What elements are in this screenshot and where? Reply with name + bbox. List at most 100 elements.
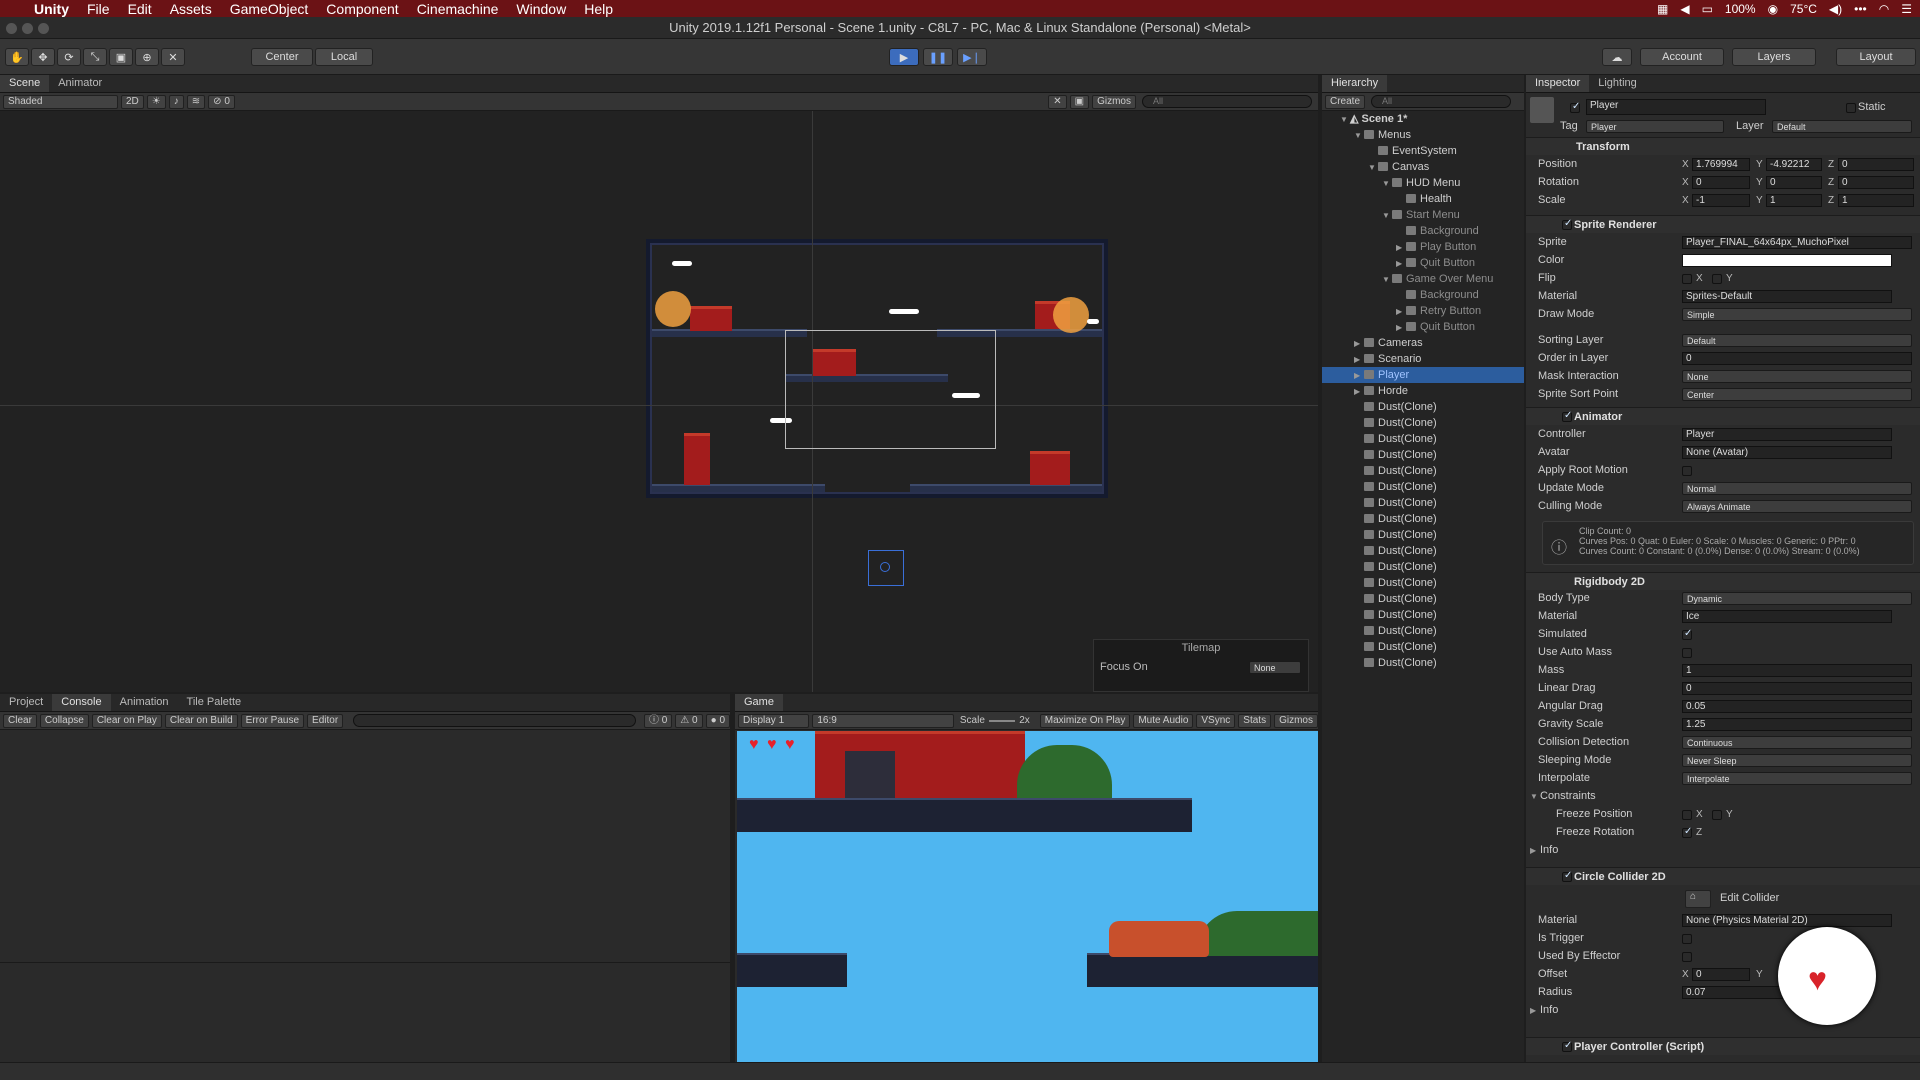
hierarchy-item[interactable]: Dust(Clone) xyxy=(1322,623,1437,639)
expand-arrow-icon[interactable]: ▼ xyxy=(1382,208,1392,224)
log-count-button[interactable]: ⓘ 0 xyxy=(643,713,673,728)
collapse-arrow-icon[interactable]: ▶ xyxy=(1354,336,1364,352)
collapse-arrow-icon[interactable]: ▶ xyxy=(1396,256,1406,272)
static-checkbox[interactable] xyxy=(1846,103,1856,113)
rect-tool-button[interactable]: ▣ xyxy=(109,48,133,66)
expand-arrow-icon[interactable]: ▼ xyxy=(1354,128,1364,144)
hidden-layers-icon[interactable]: ⊘ 0 xyxy=(208,94,235,109)
create-dropdown[interactable]: Create xyxy=(1325,94,1366,109)
cc-material-field[interactable]: None (Physics Material 2D) xyxy=(1682,914,1892,927)
close-window-button[interactable] xyxy=(6,23,17,34)
hierarchy-item[interactable]: Dust(Clone) xyxy=(1322,447,1437,463)
menu-gameobject[interactable]: GameObject xyxy=(230,1,309,17)
hierarchy-item[interactable]: ▶ Scenario xyxy=(1322,351,1421,367)
collapse-arrow-icon[interactable]: ▶ xyxy=(1354,368,1364,384)
apply-root-motion-checkbox[interactable] xyxy=(1682,466,1692,476)
tab-hierarchy[interactable]: Hierarchy xyxy=(1322,75,1388,92)
tab-lighting[interactable]: Lighting xyxy=(1589,75,1646,92)
hierarchy-item[interactable]: ▼ Game Over Menu xyxy=(1322,271,1493,287)
update-mode-dropdown[interactable]: Normal xyxy=(1682,482,1912,495)
edit-collider-icon[interactable]: ⌂ xyxy=(1685,890,1711,908)
hierarchy-item[interactable]: Dust(Clone) xyxy=(1322,511,1437,527)
speaker-icon[interactable]: ◀ xyxy=(1680,2,1689,16)
mask-interaction-dropdown[interactable]: None xyxy=(1682,370,1912,383)
gameobject-name-field[interactable]: Player xyxy=(1586,99,1766,115)
constraints-foldout[interactable]: ▼ Constraints xyxy=(1530,789,1596,804)
more-icon[interactable]: ••• xyxy=(1854,2,1867,16)
hierarchy-item[interactable]: ▶ Cameras xyxy=(1322,335,1423,351)
sprite-sort-point-dropdown[interactable]: Center xyxy=(1682,388,1912,401)
sorting-layer-dropdown[interactable]: Default xyxy=(1682,334,1912,347)
tab-console[interactable]: Console xyxy=(52,694,111,711)
grid-icon[interactable]: ▦ xyxy=(1657,2,1668,16)
sprite-material-field[interactable]: Sprites-Default xyxy=(1682,290,1892,303)
wifi-icon[interactable]: ◠ xyxy=(1879,2,1889,16)
menu-unity[interactable]: Unity xyxy=(34,1,69,17)
mute-audio-button[interactable]: Mute Audio xyxy=(1133,713,1194,728)
transform-header[interactable]: Transform xyxy=(1526,137,1920,155)
used-by-effector-checkbox[interactable] xyxy=(1682,952,1692,962)
freeze-rot-z-checkbox[interactable] xyxy=(1682,826,1692,838)
console-search-input[interactable] xyxy=(353,714,636,727)
sprite-renderer-header[interactable]: Sprite Renderer xyxy=(1526,215,1920,233)
pivot-local-button[interactable]: Local xyxy=(315,48,373,66)
tools-settings-icon[interactable]: ✕ xyxy=(1048,94,1067,109)
effects-dropdown-icon[interactable]: ≋ xyxy=(186,94,206,109)
rb-material-field[interactable]: Ice xyxy=(1682,610,1892,623)
sprite-field[interactable]: Player_FINAL_64x64px_MuchoPixel xyxy=(1682,236,1912,249)
stats-button[interactable]: Stats xyxy=(1238,713,1272,728)
hierarchy-item[interactable]: EventSystem xyxy=(1322,143,1457,159)
hierarchy-item[interactable]: Dust(Clone) xyxy=(1322,431,1437,447)
avatar-field[interactable]: None (Avatar) xyxy=(1682,446,1892,459)
hierarchy-item[interactable]: Dust(Clone) xyxy=(1322,543,1437,559)
rigidbody2d-header[interactable]: Rigidbody 2D xyxy=(1526,572,1920,590)
collab-button[interactable]: ☁ xyxy=(1602,48,1632,66)
collapse-arrow-icon[interactable]: ▶ xyxy=(1396,304,1406,320)
circle-collider-enabled-checkbox[interactable] xyxy=(1562,870,1572,882)
position-y[interactable]: -4.92212 xyxy=(1766,158,1822,171)
hierarchy-item[interactable]: Dust(Clone) xyxy=(1322,559,1437,575)
hierarchy-item[interactable]: ▶ Player xyxy=(1322,367,1524,383)
cc-info-foldout[interactable]: ▶ Info xyxy=(1530,1003,1558,1018)
rb-info-foldout[interactable]: ▶ Info xyxy=(1530,843,1558,858)
use-auto-mass-checkbox[interactable] xyxy=(1682,648,1692,658)
focus-on-dropdown[interactable]: None xyxy=(1249,661,1301,674)
hierarchy-item[interactable]: ▶ Retry Button xyxy=(1322,303,1481,319)
gizmos-button[interactable]: Gizmos xyxy=(1274,713,1318,728)
hierarchy-item[interactable]: ▶ Quit Button xyxy=(1322,255,1475,271)
collapse-arrow-icon[interactable]: ▶ xyxy=(1396,320,1406,336)
battery-icon[interactable]: ▭ xyxy=(1702,2,1713,16)
vsync-button[interactable]: VSync xyxy=(1196,713,1236,728)
layer-dropdown[interactable]: Default xyxy=(1772,120,1912,133)
interpolate-dropdown[interactable]: Interpolate xyxy=(1682,772,1912,785)
hierarchy-item[interactable]: Dust(Clone) xyxy=(1322,527,1437,543)
expand-arrow-icon[interactable]: ▼ xyxy=(1368,160,1378,176)
tab-tile-palette[interactable]: Tile Palette xyxy=(178,694,251,711)
controller-field[interactable]: Player xyxy=(1682,428,1892,441)
hierarchy-item[interactable]: Dust(Clone) xyxy=(1322,591,1437,607)
position-z[interactable]: 0 xyxy=(1838,158,1914,171)
hierarchy-search-input[interactable]: All xyxy=(1371,95,1512,108)
hierarchy-item[interactable]: Dust(Clone) xyxy=(1322,399,1437,415)
scene-root[interactable]: ▼ ◭ Scene 1* xyxy=(1340,111,1407,127)
mode-2d-button[interactable]: 2D xyxy=(121,94,144,109)
hierarchy-item[interactable]: Dust(Clone) xyxy=(1322,479,1437,495)
culling-mode-dropdown[interactable]: Always Animate xyxy=(1682,500,1912,513)
hierarchy-item[interactable]: ▶ Quit Button xyxy=(1322,319,1475,335)
animator-header[interactable]: Animator xyxy=(1526,407,1920,425)
volume-icon[interactable]: ◀) xyxy=(1829,2,1842,16)
menu-edit[interactable]: Edit xyxy=(128,1,152,17)
draw-mode-dropdown[interactable]: Simple xyxy=(1682,308,1912,321)
pause-button[interactable]: ❚❚ xyxy=(923,48,953,66)
hierarchy-item[interactable]: Dust(Clone) xyxy=(1322,495,1437,511)
hierarchy-item[interactable]: Dust(Clone) xyxy=(1322,415,1437,431)
mass-field[interactable]: 1 xyxy=(1682,664,1912,677)
hierarchy-item[interactable]: ▼ Menus xyxy=(1322,127,1411,143)
audio-toggle-icon[interactable]: ♪ xyxy=(168,94,184,109)
linear-drag-field[interactable]: 0 xyxy=(1682,682,1912,695)
rotate-tool-button[interactable]: ⟳ xyxy=(57,48,81,66)
hierarchy-item[interactable]: ▼ HUD Menu xyxy=(1322,175,1460,191)
freeze-pos-x-checkbox[interactable] xyxy=(1682,810,1692,820)
animator-enabled-checkbox[interactable] xyxy=(1562,410,1572,422)
gizmos-dropdown[interactable]: Gizmos xyxy=(1092,94,1136,109)
